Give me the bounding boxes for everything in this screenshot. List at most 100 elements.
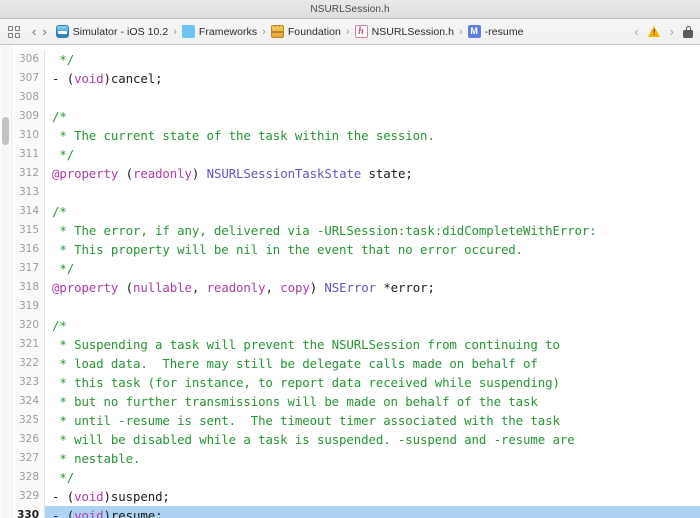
- related-items-icon[interactable]: [8, 25, 20, 38]
- code-line[interactable]: 313: [12, 183, 700, 202]
- code-pane[interactable]: 306 */307- (void)cancel; 308 309/* 310 * T…: [12, 45, 700, 518]
- line-text[interactable]: /*: [45, 202, 700, 221]
- line-text[interactable]: [45, 297, 700, 316]
- line-text[interactable]: [45, 183, 700, 202]
- line-text[interactable]: @property (readonly) NSURLSessionTaskSta…: [45, 164, 700, 183]
- line-number: 308: [12, 88, 45, 107]
- code-line[interactable]: 315 * The error, if any, delivered via -…: [12, 221, 700, 240]
- code-token: * nestable.: [52, 451, 141, 466]
- code-line[interactable]: 310 * The current state of the task with…: [12, 126, 700, 145]
- code-line[interactable]: 314 /*: [12, 202, 700, 221]
- line-number: 327: [12, 449, 45, 468]
- line-text[interactable]: - (void)suspend;: [45, 487, 700, 506]
- scrollbar-track[interactable]: [2, 45, 9, 518]
- line-text[interactable]: @property (nullable, readonly, copy) NSE…: [45, 278, 700, 297]
- breadcrumb-item-frameworks[interactable]: Frameworks: [181, 25, 258, 38]
- code-token: * This property will be nil in the event…: [52, 242, 524, 257]
- code-token: * but no further transmissions will be m…: [52, 394, 538, 409]
- code-token: NSError: [324, 280, 376, 295]
- line-text[interactable]: * This property will be nil in the event…: [45, 240, 700, 259]
- source-editor: 306 */307- (void)cancel; 308 309/* 310 * T…: [0, 45, 700, 518]
- line-text[interactable]: /*: [45, 107, 700, 126]
- breadcrumb-label: Frameworks: [198, 25, 258, 38]
- code-token: void: [74, 71, 104, 86]
- code-line[interactable]: 317 */: [12, 259, 700, 278]
- line-text[interactable]: * Suspending a task will prevent the NSU…: [45, 335, 700, 354]
- line-text[interactable]: */: [45, 50, 700, 69]
- code-line[interactable]: 329- (void)suspend;: [12, 487, 700, 506]
- code-token: * The error, if any, delivered via -URLS…: [52, 223, 597, 238]
- code-line[interactable]: 316 * This property will be nil in the e…: [12, 240, 700, 259]
- lock-icon[interactable]: [683, 25, 693, 38]
- breadcrumb-separator: ›: [173, 25, 177, 38]
- code-line[interactable]: 311 */: [12, 145, 700, 164]
- line-number: 329: [12, 487, 45, 506]
- line-text[interactable]: * load data. There may still be delegate…: [45, 354, 700, 373]
- code-line[interactable]: 307- (void)cancel;: [12, 69, 700, 88]
- code-line[interactable]: 309 /*: [12, 107, 700, 126]
- line-text[interactable]: * The error, if any, delivered via -URLS…: [45, 221, 700, 240]
- editor-vertical-scrollbar[interactable]: [0, 45, 12, 518]
- line-text[interactable]: - (void)resume;: [45, 506, 700, 518]
- code-line[interactable]: 324 * but no further transmissions will …: [12, 392, 700, 411]
- previous-issue-button[interactable]: ‹: [631, 25, 641, 38]
- framework-icon: [270, 25, 284, 38]
- code-line[interactable]: 308: [12, 88, 700, 107]
- jump-bar-right: ‹ ! ›: [625, 25, 693, 38]
- grid-cell: [8, 32, 13, 38]
- code-token: - (: [52, 508, 75, 518]
- code-line[interactable]: 306 */: [12, 50, 700, 69]
- code-token: )cancel;: [103, 71, 163, 86]
- code-token: (: [118, 166, 133, 181]
- line-text[interactable]: * this task (for instance, to report dat…: [45, 373, 700, 392]
- code-line[interactable]: 327 * nestable.: [12, 449, 700, 468]
- warning-triangle-icon[interactable]: !: [647, 25, 661, 38]
- scrollbar-thumb[interactable]: [2, 117, 9, 145]
- line-text[interactable]: * but no further transmissions will be m…: [45, 392, 700, 411]
- forward-button[interactable]: ›: [39, 25, 49, 38]
- breadcrumb-item-foundation[interactable]: Foundation: [270, 25, 341, 38]
- code-line[interactable]: 321 * Suspending a task will prevent the…: [12, 335, 700, 354]
- line-number: 309: [12, 107, 45, 126]
- code-token: )suspend;: [103, 489, 170, 504]
- code-line[interactable]: 328 */: [12, 468, 700, 487]
- code-line[interactable]: 319: [12, 297, 700, 316]
- code-line[interactable]: 326 * will be disabled while a task is s…: [12, 430, 700, 449]
- code-token: */: [52, 147, 75, 162]
- code-line[interactable]: 325 * until -resume is sent. The timeout…: [12, 411, 700, 430]
- xcode-window: NSURLSession.h ‹ › Simulator - iOS 10.2 …: [0, 0, 700, 518]
- code-token: copy: [280, 280, 310, 295]
- breadcrumb-label: NSURLSession.h: [371, 25, 454, 38]
- line-text[interactable]: * will be disabled while a task is suspe…: [45, 430, 700, 449]
- code-line[interactable]: 323 * this task (for instance, to report…: [12, 373, 700, 392]
- line-text[interactable]: * nestable.: [45, 449, 700, 468]
- code-line[interactable]: 322 * load data. There may still be dele…: [12, 354, 700, 373]
- line-text[interactable]: * The current state of the task within t…: [45, 126, 700, 145]
- code-token: */: [52, 470, 75, 485]
- code-line-selected[interactable]: 330- (void)resume;: [12, 506, 700, 518]
- back-button[interactable]: ‹: [29, 25, 39, 38]
- jump-bar: ‹ › Simulator - iOS 10.2 › Frameworks › …: [0, 19, 700, 45]
- line-number: 312: [12, 164, 45, 183]
- line-text[interactable]: */: [45, 468, 700, 487]
- code-token: * The current state of the task within t…: [52, 128, 435, 143]
- breadcrumb-item-file[interactable]: h NSURLSession.h: [354, 25, 454, 38]
- code-line[interactable]: 320 /*: [12, 316, 700, 335]
- code-token: * Suspending a task will prevent the NSU…: [52, 337, 560, 352]
- code-lines: 306 */307- (void)cancel; 308 309/* 310 * T…: [12, 45, 700, 518]
- line-text[interactable]: */: [45, 145, 700, 164]
- line-text[interactable]: /*: [45, 316, 700, 335]
- line-text[interactable]: */: [45, 259, 700, 278]
- warning-glyph: !: [652, 27, 656, 37]
- code-line[interactable]: 318 @property (nullable, readonly, copy) …: [12, 278, 700, 297]
- breadcrumb-item-symbol[interactable]: M -resume: [467, 25, 524, 38]
- line-text[interactable]: - (void)cancel;: [45, 69, 700, 88]
- line-number: 326: [12, 430, 45, 449]
- code-token: *error;: [375, 280, 435, 295]
- code-line[interactable]: 312 @property (readonly) NSURLSessionTask…: [12, 164, 700, 183]
- line-text[interactable]: * until -resume is sent. The timeout tim…: [45, 411, 700, 430]
- code-token: - (: [52, 71, 75, 86]
- breadcrumb-item-simulator[interactable]: Simulator - iOS 10.2: [55, 25, 169, 38]
- line-text[interactable]: [45, 88, 700, 107]
- next-issue-button[interactable]: ›: [667, 25, 677, 38]
